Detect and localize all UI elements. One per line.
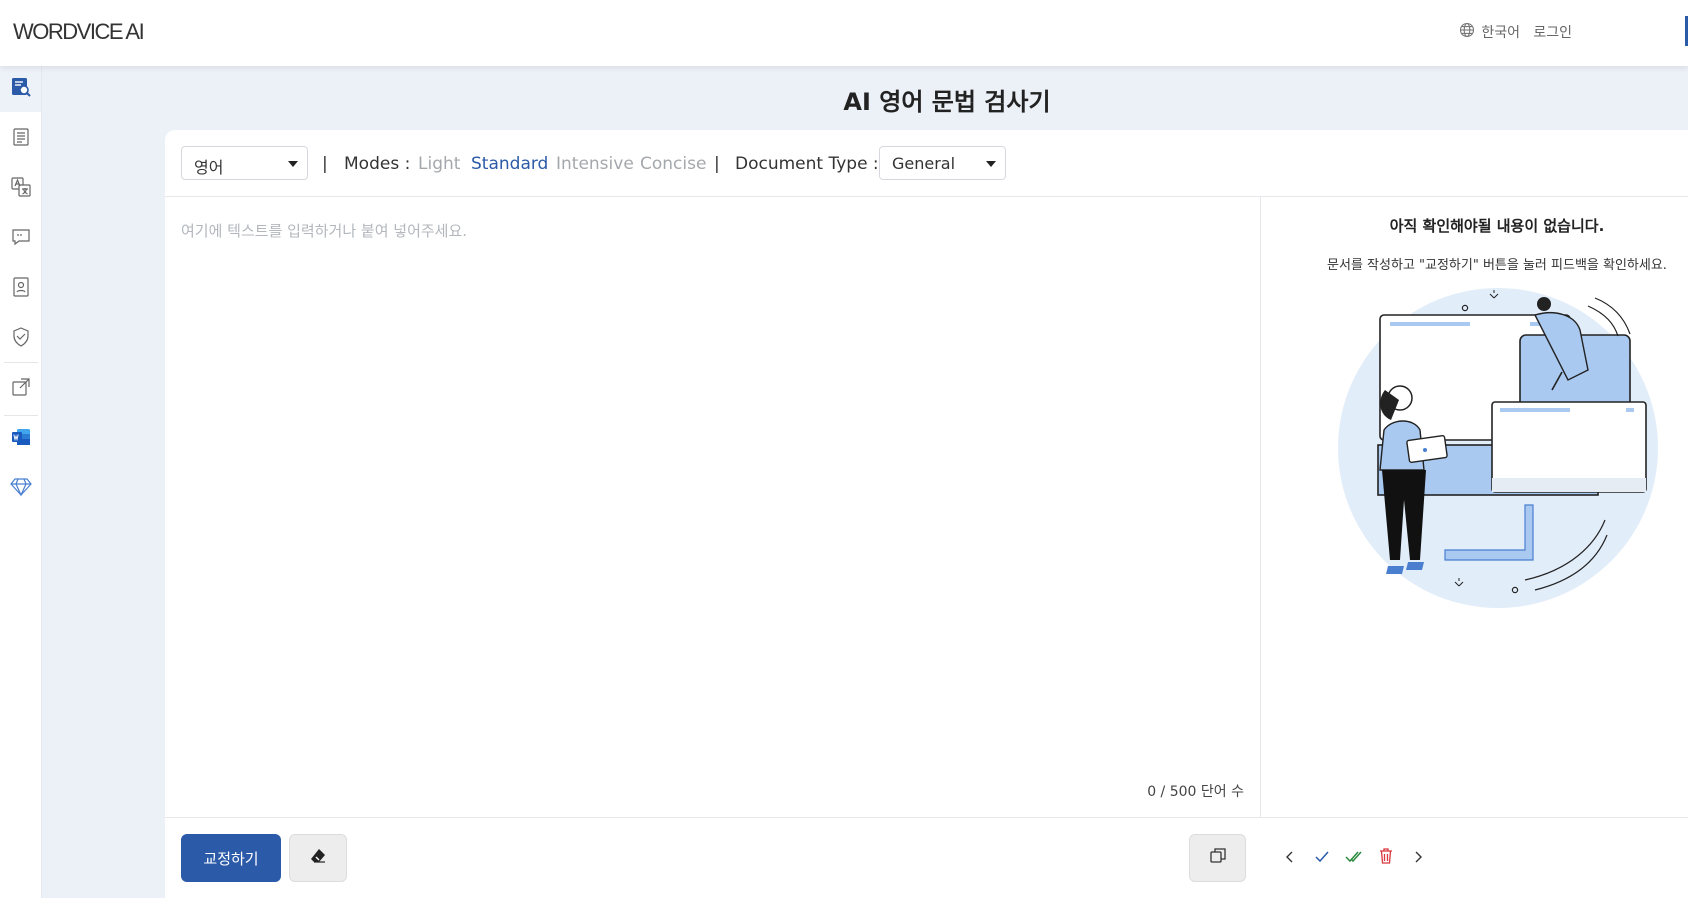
document-type-label: Document Type :	[735, 154, 879, 174]
id-card-icon	[11, 276, 31, 302]
copy-icon	[1209, 847, 1227, 869]
chevron-right-icon	[1411, 849, 1425, 868]
word-count: 0 / 500 단어 수	[1147, 784, 1244, 800]
trash-icon	[1379, 848, 1393, 868]
word-app-icon	[10, 426, 32, 452]
mode-intensive[interactable]: Intensive	[556, 154, 634, 174]
text-editor[interactable]: 여기에 텍스트를 입력하거나 붙여 넣어주세요. 0 / 500 단어 수	[165, 197, 1261, 817]
delete-suggestion-button[interactable]	[1374, 846, 1398, 870]
accept-all-button[interactable]	[1342, 846, 1366, 870]
accept-suggestion-button[interactable]	[1310, 846, 1334, 870]
proofread-button[interactable]: 교정하기	[181, 834, 281, 882]
next-suggestion-button[interactable]	[1406, 846, 1430, 870]
caret-down-icon	[288, 161, 298, 167]
previous-suggestion-button[interactable]	[1278, 846, 1302, 870]
diamond-icon	[9, 477, 32, 501]
feedback-empty-title: 아직 확인해야될 내용이 없습니다.	[1389, 217, 1605, 235]
translate-icon	[10, 176, 32, 202]
document-type-select[interactable]: General	[879, 146, 1006, 180]
document-list-icon	[11, 127, 31, 151]
sidebar-item-profile[interactable]	[0, 266, 41, 312]
shield-check-icon	[11, 326, 31, 352]
sidebar-item-security[interactable]	[0, 316, 41, 362]
sidebar-item-word-addin[interactable]	[0, 416, 41, 462]
clear-text-button[interactable]	[289, 834, 347, 882]
toolbar-separator: |	[714, 154, 720, 174]
sidebar-item-translate[interactable]	[0, 166, 41, 212]
mode-concise[interactable]: Concise	[640, 154, 706, 174]
globe-icon	[1459, 22, 1475, 42]
check-icon	[1314, 849, 1330, 868]
wordvice-logo[interactable]: WORDVICE AI	[13, 19, 145, 45]
sidebar-item-documents[interactable]	[0, 116, 41, 162]
action-footer: 교정하기	[165, 817, 1688, 898]
grammar-check-icon	[10, 76, 32, 102]
language-label: 한국어	[1481, 25, 1520, 41]
mode-light[interactable]: Light	[418, 154, 460, 174]
chevron-left-icon	[1283, 849, 1297, 868]
copy-button[interactable]	[1189, 834, 1246, 882]
sidebar	[0, 66, 42, 898]
sidebar-item-premium[interactable]	[0, 466, 41, 512]
sidebar-item-open-external[interactable]	[0, 366, 41, 412]
editor-placeholder: 여기에 텍스트를 입력하거나 붙여 넣어주세요.	[181, 222, 468, 240]
caret-down-icon	[986, 161, 996, 167]
page-title: AI 영어 문법 검사기	[843, 88, 1051, 116]
language-select[interactable]: 영어	[181, 146, 308, 180]
double-check-icon	[1345, 849, 1363, 868]
grammar-checker-panel: 영어 | Modes : Light Standard Intensive Co…	[165, 130, 1688, 898]
sidebar-item-chat[interactable]	[0, 216, 41, 262]
document-type-select-value: General	[892, 154, 956, 173]
sidebar-divider	[4, 362, 38, 363]
eraser-icon	[309, 847, 327, 869]
toolbar-separator: |	[322, 154, 328, 174]
login-link[interactable]: 로그인	[1533, 22, 1572, 42]
language-select-value: 영어	[194, 158, 224, 177]
empty-state-illustration	[1330, 280, 1660, 614]
modes-label: Modes :	[344, 154, 411, 174]
feedback-panel: 아직 확인해야될 내용이 없습니다. 문서를 작성하고 "교정하기" 버튼을 눌…	[1262, 197, 1688, 817]
top-bar: WORDVICE AI 한국어 로그인	[0, 0, 1688, 66]
external-link-icon	[10, 376, 32, 402]
mode-standard[interactable]: Standard	[471, 154, 548, 174]
sidebar-item-grammar-check[interactable]	[0, 66, 41, 112]
options-toolbar: 영어 | Modes : Light Standard Intensive Co…	[165, 130, 1688, 197]
language-switcher[interactable]: 한국어	[1459, 22, 1520, 42]
feedback-empty-subtitle: 문서를 작성하고 "교정하기" 버튼을 눌러 피드백을 확인하세요.	[1327, 258, 1667, 273]
chat-bubble-icon	[10, 226, 32, 252]
